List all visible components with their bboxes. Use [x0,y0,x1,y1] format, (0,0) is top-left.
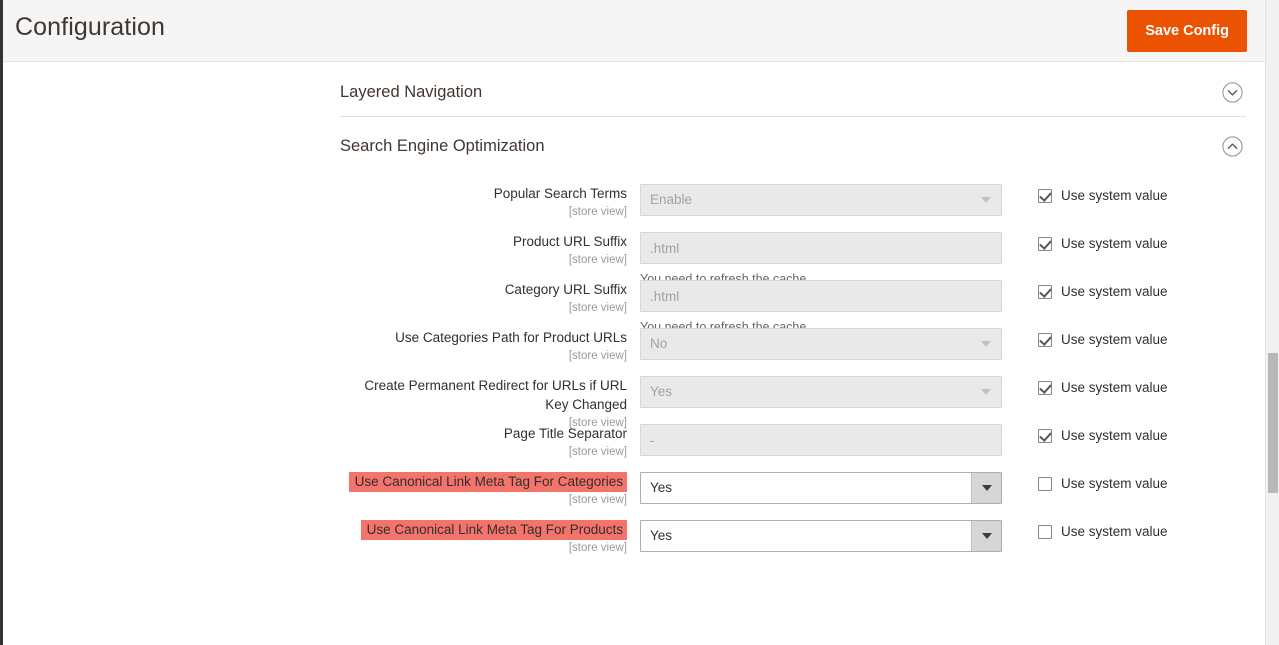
field-scope: [store view] [568,206,627,218]
field-row: Create Permanent Redirect for URLs if UR… [3,376,1265,429]
vertical-scrollbar-track[interactable] [1265,0,1279,645]
field-label: Use Canonical Link Meta Tag For Products [360,520,627,540]
field-row: Product URL Suffix [store view] You need… [3,232,1265,286]
select-value[interactable]: Yes [640,520,1002,552]
field-label-cell: Use Canonical Link Meta Tag For Products… [340,520,627,555]
field-label-cell: Page Title Separator [store view] [340,424,627,459]
field-label: Product URL Suffix [512,234,627,249]
chevron-up-circle-icon[interactable] [1222,136,1243,157]
field-label: Popular Search Terms [493,186,627,201]
field-row: Popular Search Terms [store view] Enable… [3,184,1265,218]
create-permanent-redirect-select: Yes [640,376,1002,408]
popular-search-terms-select: Enable [640,184,1002,216]
chevron-down-circle-icon[interactable] [1222,82,1243,103]
use-system-value-label: Use system value [1061,476,1168,491]
field-label: Create Permanent Redirect for URLs if UR… [364,378,627,412]
seo-form-rows: Popular Search Terms [store view] Enable… [3,171,1265,554]
use-system-value-toggle[interactable]: Use system value [1038,380,1168,395]
chevron-down-icon [971,329,1001,359]
field-label-cell: Create Permanent Redirect for URLs if UR… [340,376,627,430]
page-title: Configuration [15,13,166,41]
field-scope: [store view] [568,494,627,506]
use-system-value-checkbox[interactable] [1038,380,1052,395]
category-url-suffix-input [640,280,1002,312]
page-title-separator-input [640,424,1002,456]
chevron-down-icon[interactable] [971,473,1001,503]
use-system-value-label: Use system value [1061,284,1168,299]
configuration-page: Configuration Save Config Layered Naviga… [0,0,1279,645]
field-control-cell: Yes [640,376,1002,408]
use-system-value-checkbox[interactable] [1038,524,1052,539]
chevron-down-icon [971,185,1001,215]
field-control-cell: You need to refresh the cache. [640,232,1002,287]
use-system-value-toggle[interactable]: Use system value [1038,428,1168,443]
field-row: Category URL Suffix [store view] You nee… [3,280,1265,334]
use-system-value-toggle[interactable]: Use system value [1038,524,1168,539]
field-control-cell: Yes [640,520,1002,552]
vertical-scrollbar-thumb[interactable] [1268,353,1278,493]
use-categories-path-select: No [640,328,1002,360]
use-system-value-checkbox[interactable] [1038,284,1052,299]
field-row: Page Title Separator [store view] Use sy… [3,424,1265,458]
field-control-cell: You need to refresh the cache. [640,280,1002,335]
field-control-cell: Enable [640,184,1002,216]
field-label-cell: Category URL Suffix [store view] [340,280,627,315]
field-label-cell: Use Categories Path for Product URLs [st… [340,328,627,363]
select-value: Yes [640,376,1002,408]
field-label-cell: Use Canonical Link Meta Tag For Categori… [340,472,627,507]
field-scope: [store view] [568,446,627,458]
section-title: Search Engine Optimization [340,137,545,155]
canonical-link-categories-select[interactable]: Yes [640,472,1002,504]
product-url-suffix-input [640,232,1002,264]
field-label: Page Title Separator [503,426,627,441]
section-title: Layered Navigation [340,83,483,101]
field-label-cell: Popular Search Terms [store view] [340,184,627,219]
field-control-cell: Yes [640,472,1002,504]
section-layered-navigation: Layered Navigation [3,63,1265,117]
select-value: No [640,328,1002,360]
use-system-value-label: Use system value [1061,236,1168,251]
use-system-value-checkbox[interactable] [1038,188,1052,203]
use-system-value-toggle[interactable]: Use system value [1038,284,1168,299]
use-system-value-toggle[interactable]: Use system value [1038,236,1168,251]
use-system-value-checkbox[interactable] [1038,428,1052,443]
field-row: Use Canonical Link Meta Tag For Products… [3,520,1265,554]
field-row: Use Categories Path for Product URLs [st… [3,328,1265,362]
select-value: Enable [640,184,1002,216]
field-label: Category URL Suffix [504,282,627,297]
use-system-value-checkbox[interactable] [1038,476,1052,491]
page-header: Configuration Save Config [3,0,1265,62]
field-scope: [store view] [568,254,627,266]
field-label-cell: Product URL Suffix [store view] [340,232,627,267]
select-value[interactable]: Yes [640,472,1002,504]
field-label: Use Categories Path for Product URLs [395,330,627,345]
use-system-value-checkbox[interactable] [1038,236,1052,251]
field-scope: [store view] [568,542,627,554]
field-scope: [store view] [568,302,627,314]
use-system-value-toggle[interactable]: Use system value [1038,476,1168,491]
section-search-engine-optimization: Search Engine Optimization Popular Searc… [3,117,1265,554]
field-control-cell [640,424,1002,456]
use-system-value-label: Use system value [1061,524,1168,539]
use-system-value-label: Use system value [1061,380,1168,395]
canonical-link-products-select[interactable]: Yes [640,520,1002,552]
field-row: Use Canonical Link Meta Tag For Categori… [3,472,1265,506]
use-system-value-label: Use system value [1061,332,1168,347]
save-config-button[interactable]: Save Config [1127,10,1247,52]
use-system-value-label: Use system value [1061,428,1168,443]
config-content: Layered Navigation Search Engine Optimiz… [3,63,1265,645]
field-scope: [store view] [568,350,627,362]
use-system-value-toggle[interactable]: Use system value [1038,188,1168,203]
use-system-value-label: Use system value [1061,188,1168,203]
field-control-cell: No [640,328,1002,360]
section-header-search-engine-optimization[interactable]: Search Engine Optimization [340,117,1246,171]
chevron-down-icon[interactable] [971,521,1001,551]
use-system-value-toggle[interactable]: Use system value [1038,332,1168,347]
use-system-value-checkbox[interactable] [1038,332,1052,347]
field-label: Use Canonical Link Meta Tag For Categori… [348,472,627,492]
chevron-down-icon [971,377,1001,407]
section-header-layered-navigation[interactable]: Layered Navigation [340,63,1246,117]
